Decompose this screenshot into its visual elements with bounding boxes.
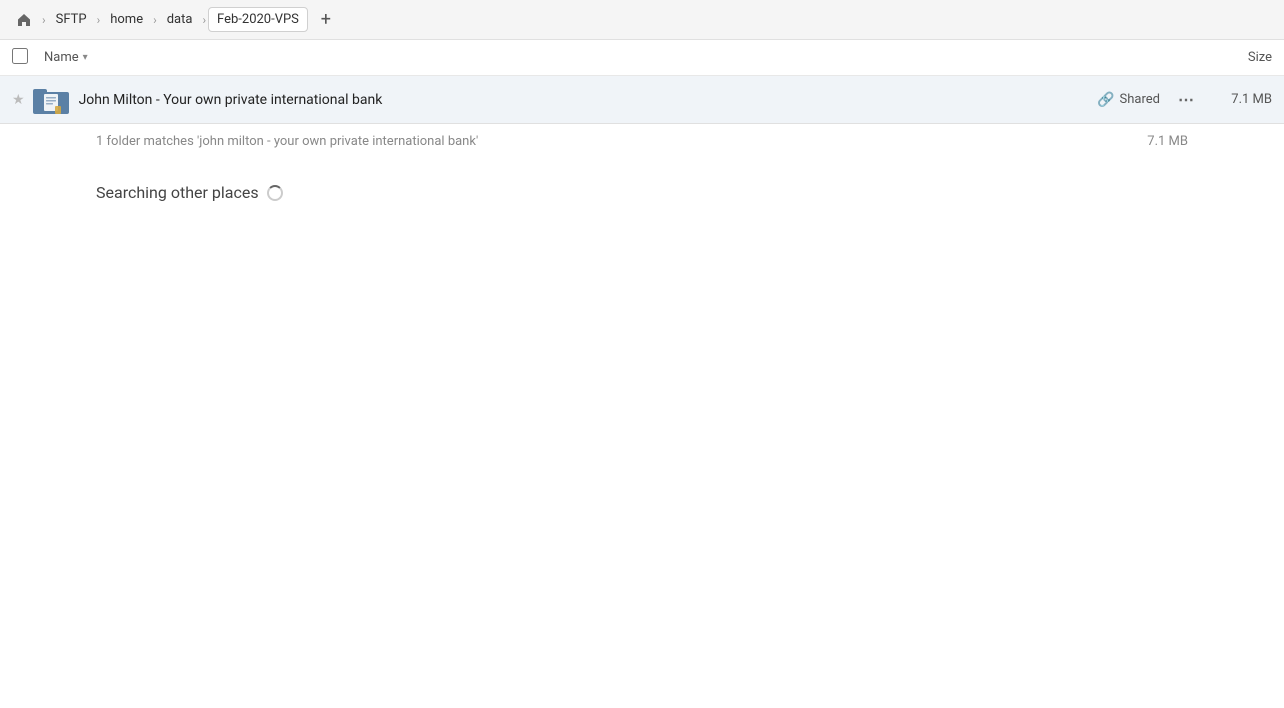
column-header: Name ▾ Size	[0, 40, 1284, 76]
size-column-label: Size	[1248, 50, 1272, 65]
breadcrumb-label-home: home	[110, 12, 143, 27]
more-options-button[interactable]: ⋯	[1172, 86, 1200, 114]
name-column-label: Name	[44, 50, 79, 65]
link-icon: 🔗	[1097, 92, 1114, 108]
shared-label: Shared	[1120, 92, 1160, 107]
breadcrumb-label-data: data	[167, 12, 193, 27]
select-all-checkbox[interactable]	[12, 48, 36, 68]
breadcrumb-feb2020vps[interactable]: Feb-2020-VPS	[208, 7, 308, 32]
chevron-icon-2: ›	[153, 13, 157, 27]
add-tab-button[interactable]: +	[312, 6, 340, 34]
chevron-icon-1: ›	[97, 13, 101, 27]
file-list-row[interactable]: ★ John Milton - Your own private interna…	[0, 76, 1284, 124]
chevron-icon-0: ›	[42, 13, 46, 27]
star-button[interactable]: ★	[12, 92, 25, 108]
select-all-input[interactable]	[12, 48, 28, 64]
search-results-size: 7.1 MB	[1147, 134, 1188, 149]
folder-icon	[33, 82, 69, 118]
breadcrumb-data[interactable]: data	[159, 8, 201, 31]
add-tab-icon: +	[321, 9, 331, 30]
file-name: John Milton - Your own private internati…	[79, 92, 1098, 108]
more-icon: ⋯	[1178, 90, 1194, 109]
shared-button[interactable]: 🔗 Shared	[1097, 92, 1160, 108]
chevron-icon-3: ›	[202, 13, 206, 27]
breadcrumb-label-feb2020vps: Feb-2020-VPS	[217, 12, 299, 27]
size-column-header: Size	[1192, 50, 1272, 65]
header-bar: › SFTP › home › data › Feb-2020-VPS +	[0, 0, 1284, 40]
search-results-text: 1 folder matches 'john milton - your own…	[96, 134, 478, 149]
sort-arrow-icon: ▾	[83, 52, 88, 63]
file-size: 7.1 MB	[1212, 92, 1272, 107]
breadcrumb-label-sftp: SFTP	[56, 12, 87, 27]
breadcrumb-home[interactable]: home	[102, 8, 151, 31]
loading-spinner	[267, 185, 283, 201]
breadcrumb-sftp[interactable]: SFTP	[48, 8, 95, 31]
home-button[interactable]	[8, 4, 40, 36]
search-results-row: 1 folder matches 'john milton - your own…	[0, 124, 1284, 159]
searching-other-section: Searching other places	[0, 159, 1284, 210]
name-column-header[interactable]: Name ▾	[44, 50, 1192, 65]
searching-other-label: Searching other places	[96, 183, 259, 202]
